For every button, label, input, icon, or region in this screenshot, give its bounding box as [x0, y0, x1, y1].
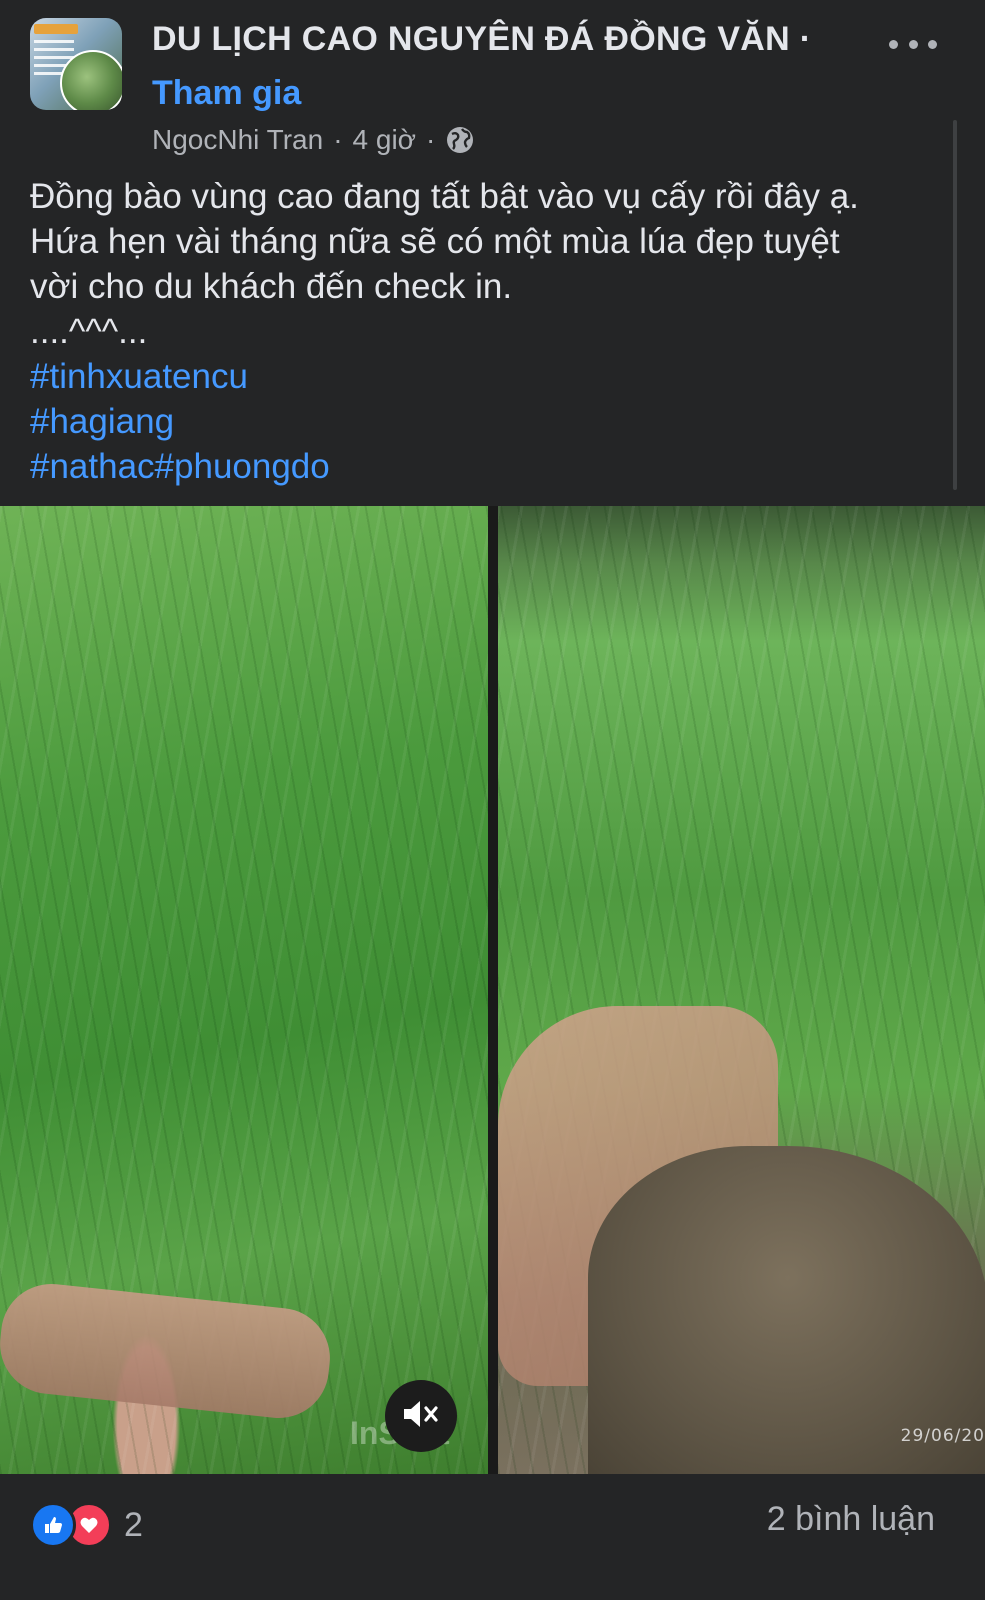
reaction-count: 2	[124, 1505, 143, 1544]
post-media[interactable]: InShot 29/06/20	[0, 506, 985, 1474]
mud-roots-image	[588, 1146, 985, 1474]
post-body: Đồng bào vùng cao đang tất bật vào vụ cấ…	[30, 174, 960, 489]
reactions-summary[interactable]: 2	[30, 1502, 143, 1548]
post-header: DU LỊCH CAO NGUYÊN ĐÁ ĐỒNG VĂN · Tham gi…	[0, 0, 985, 490]
comments-count-link[interactable]: 2 bình luận	[767, 1500, 935, 1539]
join-group-link[interactable]: Tham gia	[152, 74, 301, 113]
globe-icon	[445, 125, 475, 155]
rice-seedlings-photo-left[interactable]: InShot	[0, 506, 488, 1474]
group-avatar[interactable]	[30, 18, 122, 110]
post-line: Đồng bào vùng cao đang tất bật vào vụ cấ…	[30, 177, 859, 216]
hashtag-link[interactable]: #nathac#phuongdo	[30, 444, 960, 489]
author-name[interactable]: NgocNhi Tran	[152, 124, 323, 156]
post-footer: 2 2 bình luận	[0, 1474, 985, 1600]
post-line: Hứa hẹn vài tháng nữa sẽ có một mùa lúa …	[30, 222, 840, 261]
post-time[interactable]: 4 giờ	[353, 124, 417, 156]
avatar-banner	[34, 24, 78, 34]
hashtag-link[interactable]: #hagiang	[30, 399, 960, 444]
group-name[interactable]: DU LỊCH CAO NGUYÊN ĐÁ ĐỒNG VĂN ·	[152, 20, 811, 59]
rice-seedlings-photo-right[interactable]: 29/06/20	[498, 506, 985, 1474]
mute-toggle-button[interactable]	[385, 1380, 457, 1452]
meta-separator: ·	[426, 124, 436, 155]
post-line: ....^^^...	[30, 312, 148, 351]
muted-speaker-icon	[401, 1397, 441, 1436]
meta-separator: ·	[333, 124, 343, 155]
avatar-author-photo	[60, 50, 122, 110]
post-line: vời cho du khách đến check in.	[30, 267, 513, 306]
like-icon	[30, 1502, 76, 1548]
date-stamp: 29/06/20	[900, 1426, 985, 1446]
more-options-icon[interactable]	[889, 30, 937, 58]
hashtag-link[interactable]: #tinhxuatencu	[30, 354, 960, 399]
post-meta: NgocNhi Tran · 4 giờ ·	[152, 124, 475, 156]
